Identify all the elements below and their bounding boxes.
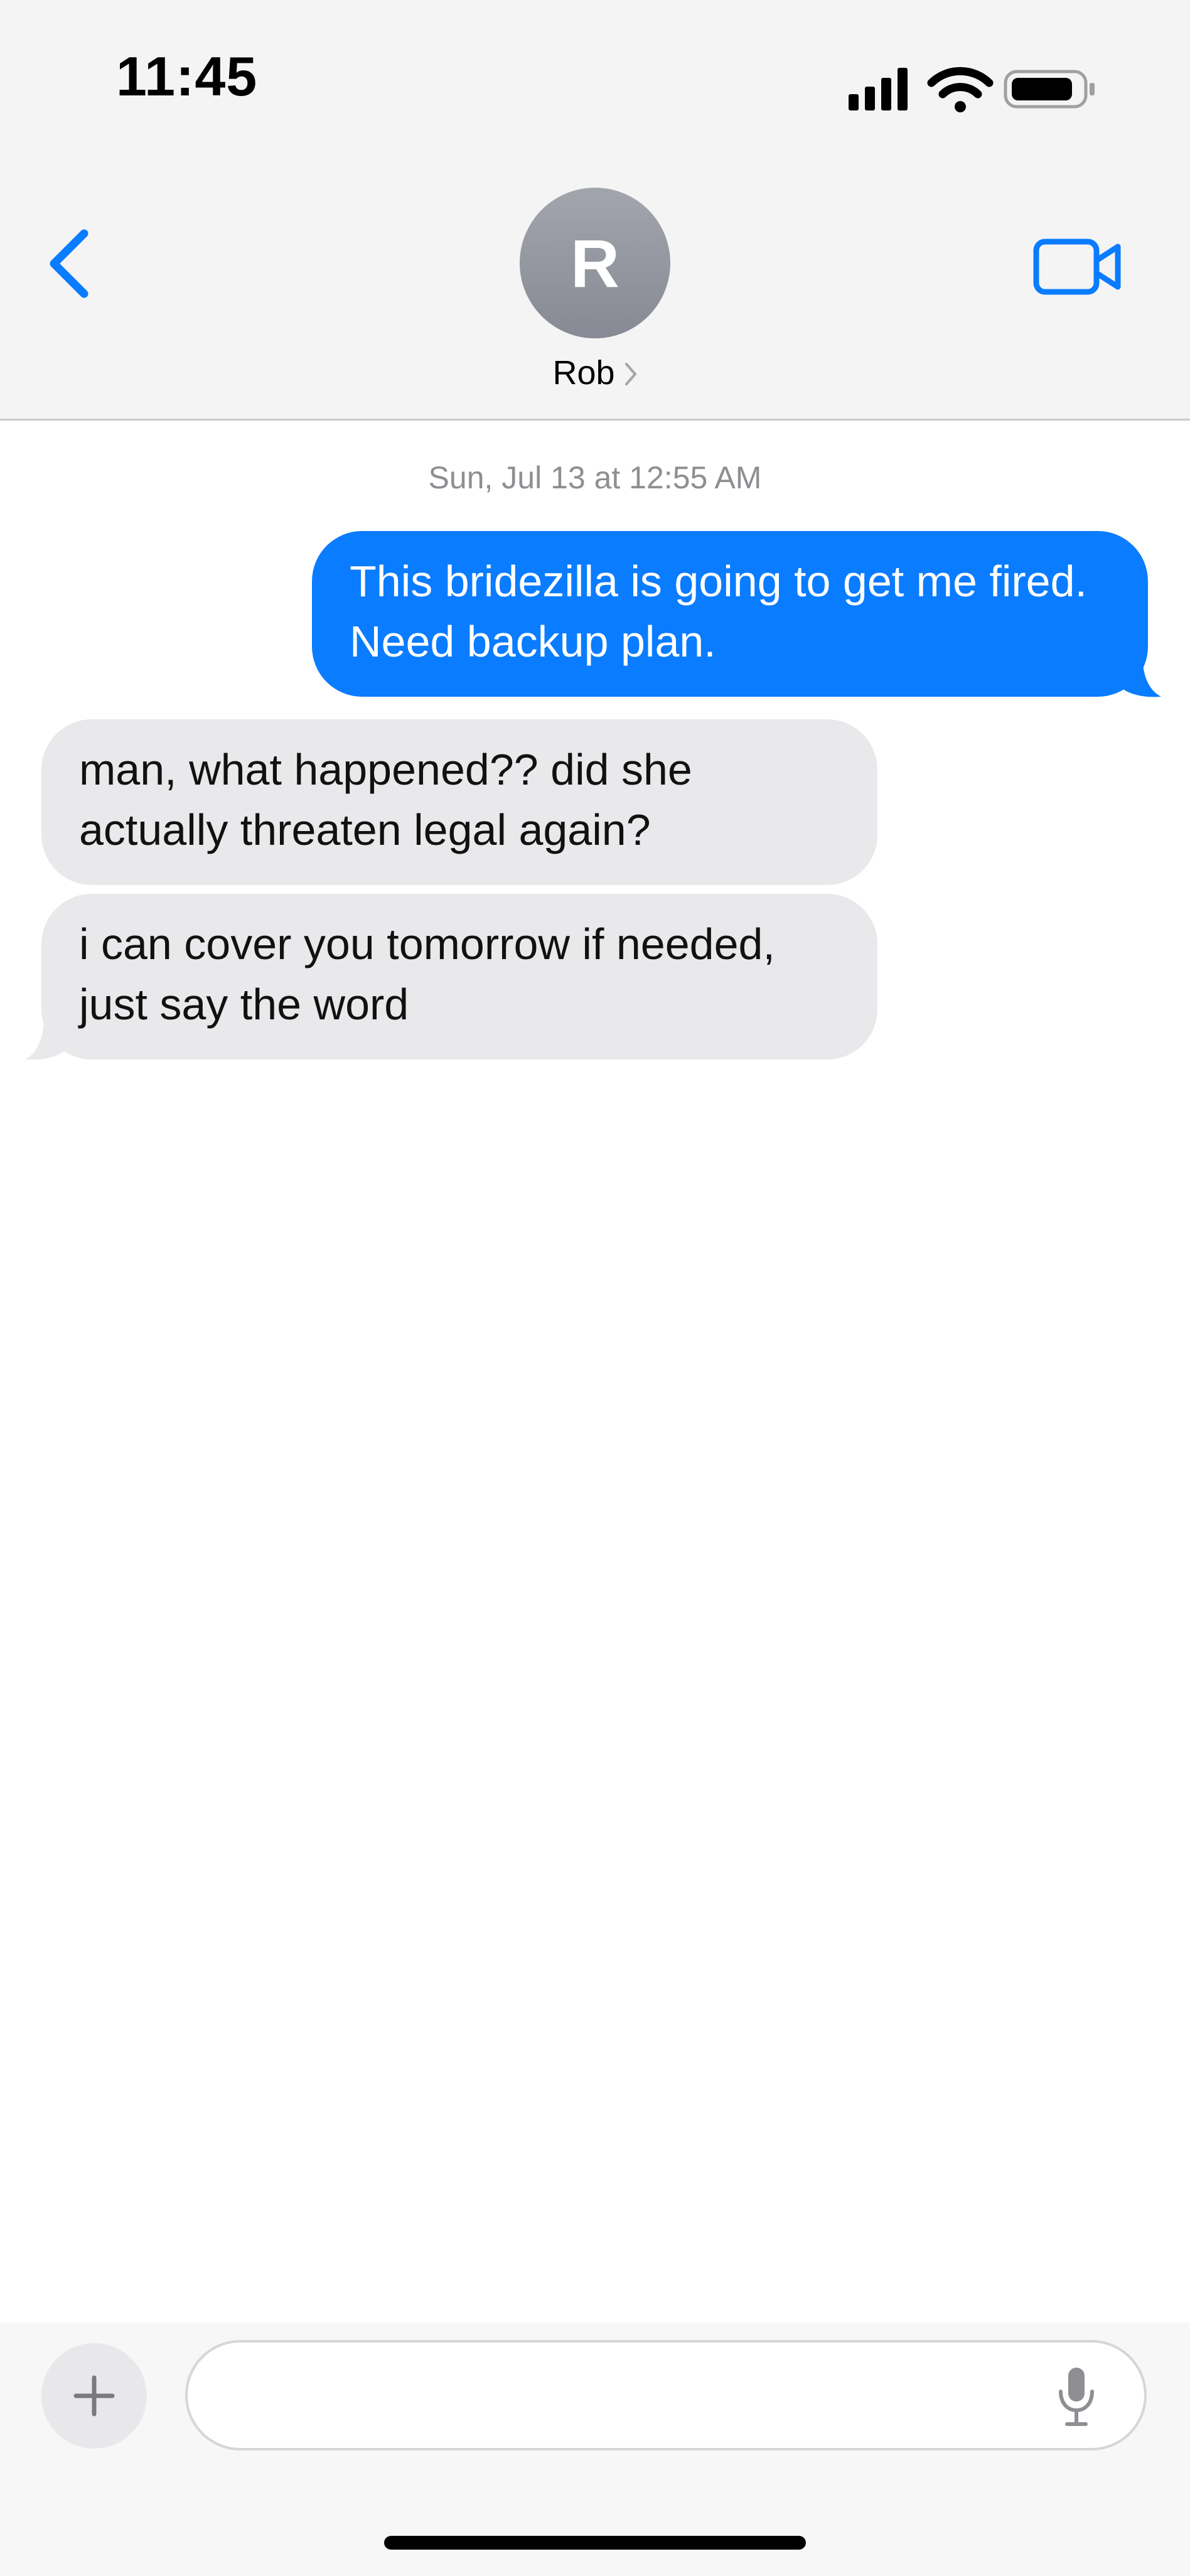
back-button[interactable] xyxy=(44,226,100,301)
message-input-field[interactable] xyxy=(185,2340,1147,2450)
received-bubble-tail xyxy=(25,1016,69,1060)
conversation-timestamp: Sun, Jul 13 at 12:55 AM xyxy=(428,460,762,495)
video-call-button[interactable] xyxy=(1032,235,1123,298)
chevron-left-icon xyxy=(50,229,88,298)
avatar-initial: R xyxy=(571,225,619,301)
plus-icon xyxy=(73,2375,115,2417)
contact-avatar[interactable]: R xyxy=(520,188,670,338)
sent-message-bubble[interactable]: This bridezilla is going to get me fired… xyxy=(312,531,1148,697)
cellular-signal-icon xyxy=(849,68,908,110)
status-time: 11:45 xyxy=(116,45,258,107)
battery-icon xyxy=(1004,70,1095,109)
dictation-button[interactable] xyxy=(1054,2365,1098,2428)
contact-name-button[interactable]: Rob xyxy=(0,350,1190,398)
wifi-icon xyxy=(927,67,994,112)
contact-name: Rob xyxy=(552,354,615,392)
status-icons xyxy=(847,63,1098,113)
home-indicator[interactable] xyxy=(384,2536,806,2550)
sent-bubble-tail xyxy=(1117,653,1161,697)
add-attachment-button[interactable] xyxy=(41,2343,147,2449)
video-camera-icon xyxy=(1033,239,1121,295)
message-input[interactable] xyxy=(219,2361,1037,2432)
microphone-icon xyxy=(1059,2368,1094,2426)
received-message-bubble[interactable]: i can cover you tomorrow if needed, just… xyxy=(41,894,877,1060)
received-message-bubble[interactable]: man, what happened?? did she actually th… xyxy=(41,719,877,885)
chevron-right-icon xyxy=(624,353,638,398)
conversation-header: 11:45 R Rob xyxy=(0,0,1190,421)
